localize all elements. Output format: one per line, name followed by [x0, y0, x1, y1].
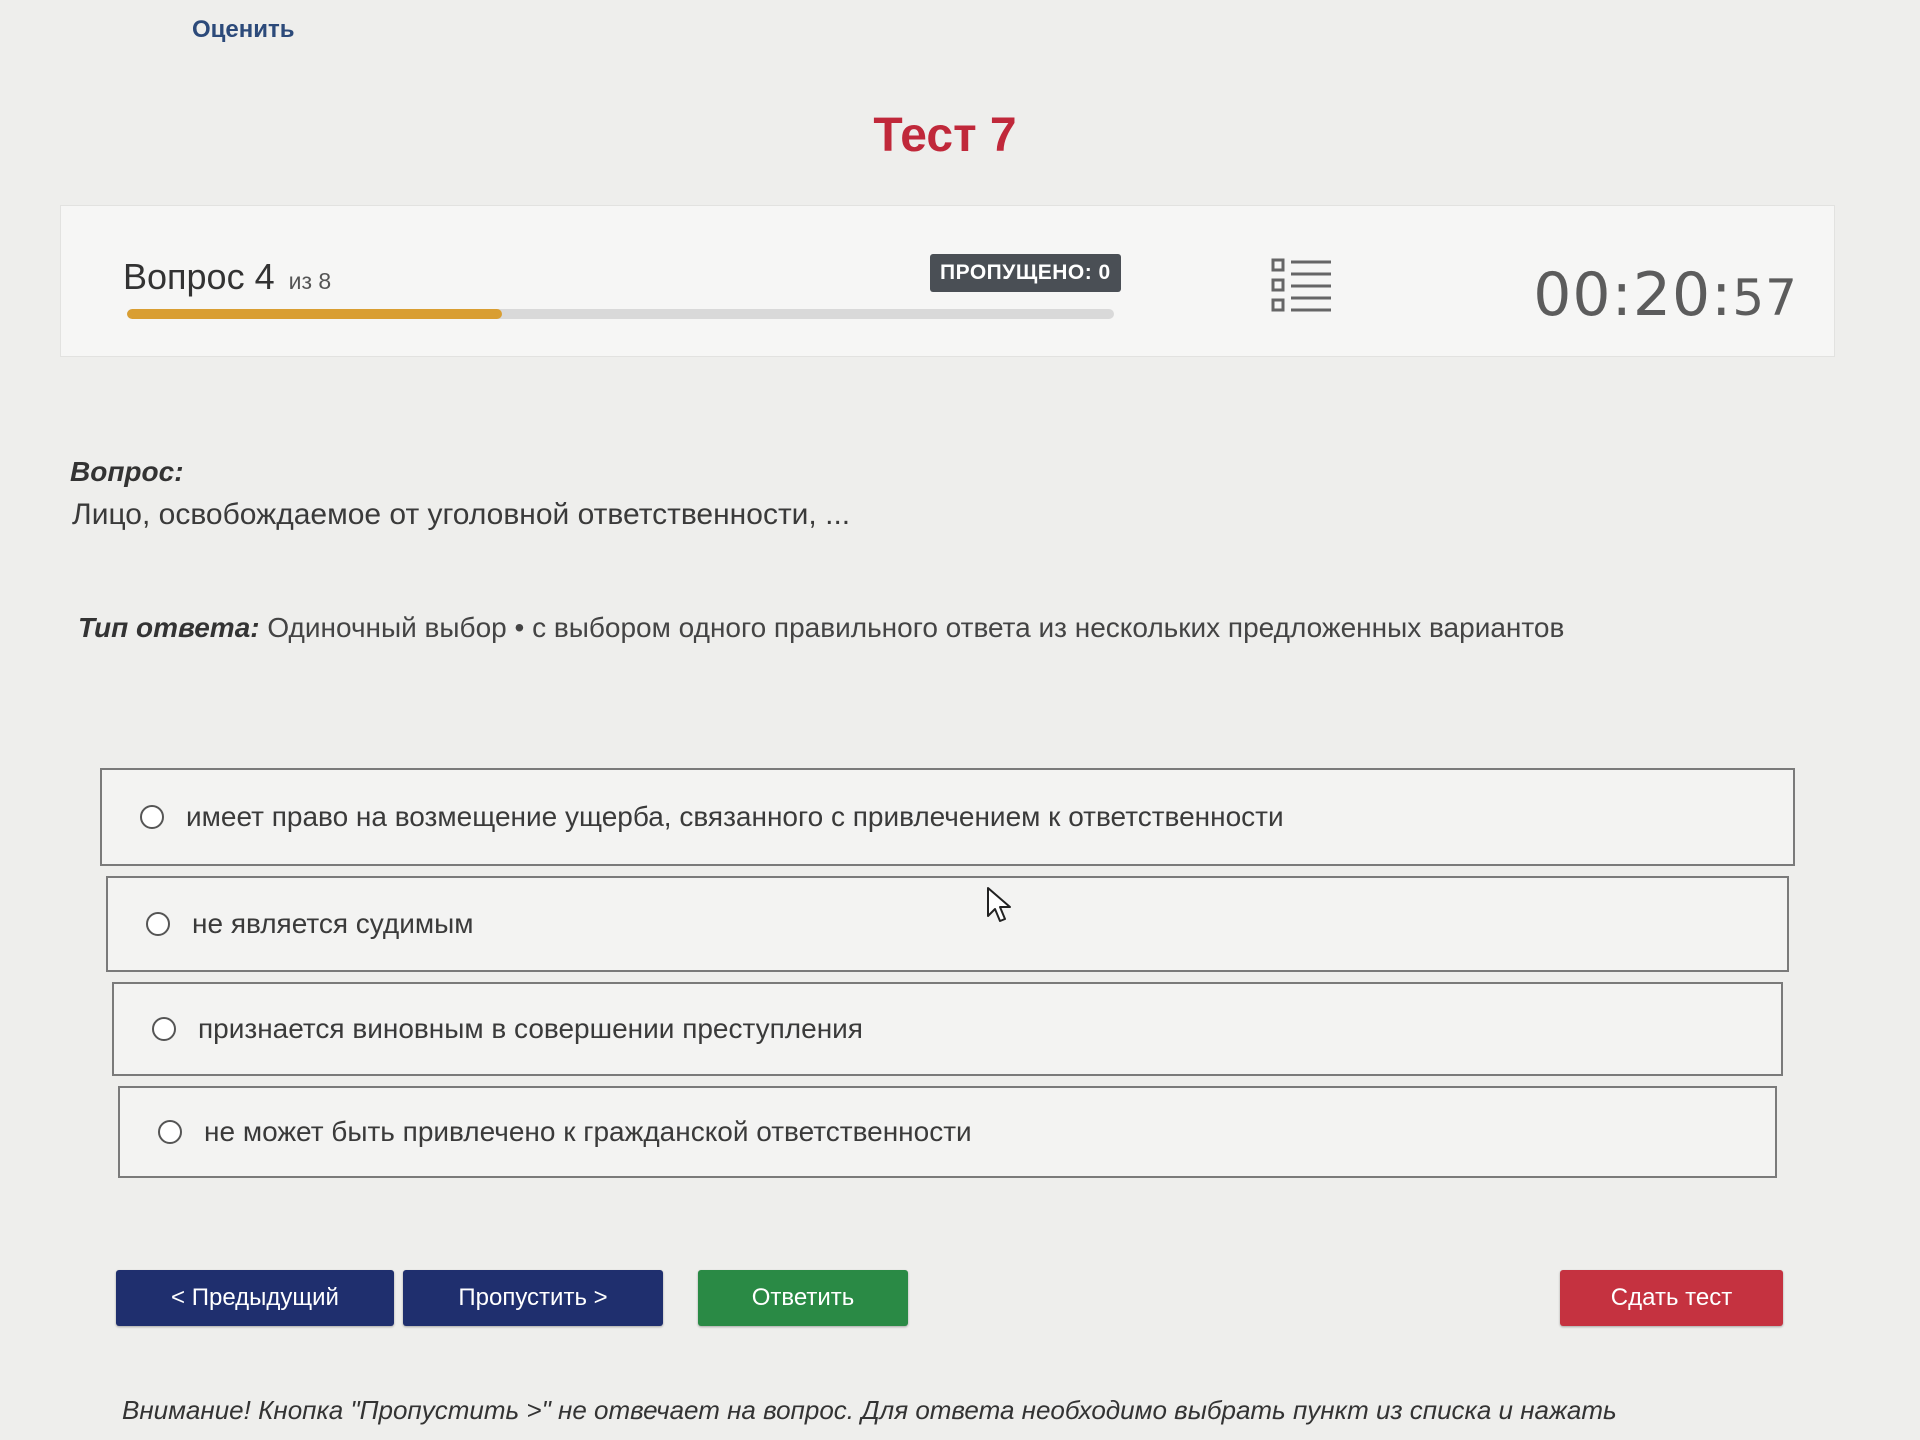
- mouse-cursor-icon: [987, 887, 1011, 922]
- answer-option-text: имеет право на возмещение ущерба, связан…: [186, 801, 1284, 832]
- question-label: Вопрос:: [70, 456, 184, 487]
- skip-notice: Внимание! Кнопка "Пропустить >" не отвеч…: [122, 1395, 1617, 1425]
- radio-button[interactable]: [158, 1120, 182, 1144]
- timer: 00:20:57: [1533, 260, 1798, 330]
- answer-option-text: признается виновным в совершении преступ…: [198, 1013, 863, 1044]
- skipped-badge: ПРОПУЩЕНО: 0: [930, 254, 1121, 292]
- timer-seconds: 57: [1732, 269, 1798, 327]
- progress-bar: [127, 309, 1114, 319]
- submit-test-button[interactable]: Сдать тест: [1560, 1270, 1783, 1326]
- question-counter: Вопрос 4 из 8: [123, 256, 331, 298]
- answer-options: имеет право на возмещение ущерба, связан…: [100, 768, 1795, 1188]
- answer-option[interactable]: не является судимым: [106, 876, 1789, 972]
- page-title: Тест 7: [873, 109, 1017, 162]
- timer-main: 00:20:: [1533, 260, 1733, 330]
- answer-button[interactable]: Ответить: [698, 1270, 908, 1326]
- answer-option[interactable]: имеет право на возмещение ущерба, связан…: [100, 768, 1795, 866]
- answer-option[interactable]: признается виновным в совершении преступ…: [112, 982, 1783, 1076]
- progress-bar-fill: [127, 309, 503, 319]
- question-number: Вопрос 4: [123, 256, 275, 297]
- answer-type: Тип ответа: Одиночный выбор • с выбором …: [78, 612, 1564, 644]
- skip-button[interactable]: Пропустить >: [403, 1270, 663, 1326]
- answer-option-text: не является судимым: [192, 908, 474, 939]
- radio-button[interactable]: [146, 912, 170, 936]
- answer-option-text: не может быть привлечено к гражданской о…: [204, 1116, 972, 1147]
- answer-type-value: Одиночный выбор • с выбором одного прави…: [267, 612, 1565, 643]
- radio-button[interactable]: [152, 1017, 176, 1041]
- question-total: из 8: [288, 268, 332, 294]
- answer-option[interactable]: не может быть привлечено к гражданской о…: [118, 1086, 1777, 1178]
- question-text: Лицо, освобождаемое от уголовной ответст…: [72, 498, 851, 531]
- previous-button[interactable]: < Предыдущий: [116, 1270, 394, 1326]
- progress-panel: Вопрос 4 из 8 ПРОПУЩЕНО: 0 00:20:57: [60, 205, 1835, 357]
- rate-link[interactable]: Оценить: [192, 16, 295, 44]
- radio-button[interactable]: [140, 805, 164, 829]
- answer-type-label: Тип ответа:: [78, 612, 260, 643]
- question-list-icon[interactable]: [1271, 258, 1333, 314]
